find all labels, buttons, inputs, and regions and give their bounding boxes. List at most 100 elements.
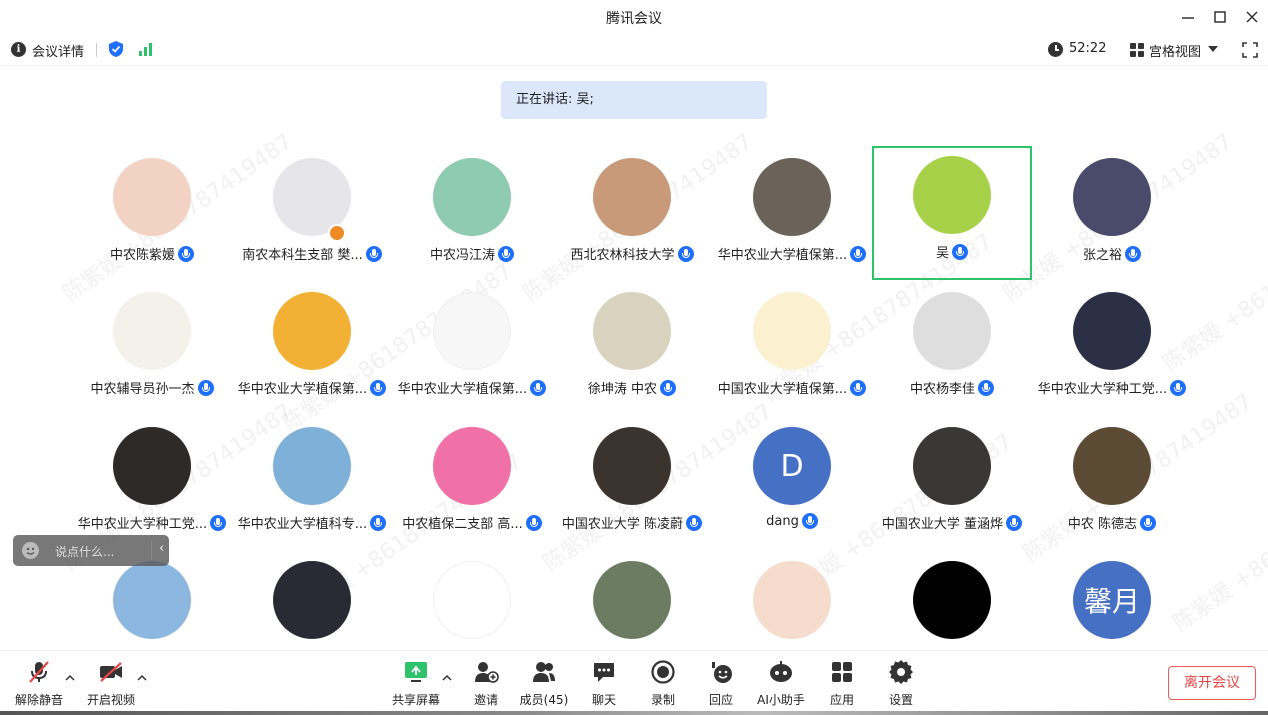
invite-label: 邀请 bbox=[473, 693, 498, 707]
chevron-up-icon[interactable] bbox=[65, 673, 75, 683]
participant-name: 华中农业大学植保第... bbox=[397, 382, 528, 397]
avatar[interactable] bbox=[433, 427, 511, 505]
avatar[interactable] bbox=[113, 158, 191, 236]
start-video-button[interactable]: 开启视频 bbox=[81, 657, 141, 711]
participant-tile[interactable]: 中国农业大学植保第... bbox=[712, 282, 872, 416]
fullscreen-icon[interactable] bbox=[1242, 42, 1258, 58]
avatar[interactable] bbox=[593, 561, 671, 639]
participant-tile[interactable]: 华中农业大学种工党... bbox=[1032, 282, 1192, 416]
participant-name-row: 华中农业大学植保第... bbox=[232, 378, 392, 397]
invite-button[interactable]: 邀请 bbox=[456, 657, 516, 711]
divider bbox=[96, 43, 97, 57]
shield-icon[interactable] bbox=[108, 40, 124, 58]
participant-tile[interactable]: 中农植保二支部 高... bbox=[392, 417, 552, 551]
participant-tile[interactable]: 中农冯江涛 bbox=[392, 148, 552, 282]
avatar[interactable] bbox=[433, 292, 511, 370]
meeting-details-link[interactable]: 会议详情 bbox=[32, 41, 84, 60]
share-screen-button[interactable]: 共享屏幕 bbox=[386, 657, 446, 711]
participant-name: dang bbox=[766, 513, 799, 529]
participant-name: 中农植保二支部 高... bbox=[402, 517, 523, 532]
clock-icon bbox=[1048, 42, 1063, 57]
participant-tile[interactable]: 华中农业大学植保第... bbox=[392, 282, 552, 416]
apps-button[interactable]: 应用 bbox=[812, 657, 872, 711]
avatar[interactable] bbox=[113, 292, 191, 370]
participant-tile[interactable]: 南农本科生支部 樊... bbox=[232, 148, 392, 282]
emoji-icon[interactable] bbox=[22, 542, 39, 559]
maximize-button[interactable] bbox=[1208, 6, 1232, 28]
participant-name: 张之裕 bbox=[1082, 248, 1122, 263]
start-video-label: 开启视频 bbox=[86, 693, 135, 707]
avatar[interactable] bbox=[913, 156, 991, 234]
minimize-button[interactable] bbox=[1176, 6, 1200, 28]
record-button[interactable]: 录制 bbox=[633, 657, 693, 711]
close-button[interactable] bbox=[1240, 6, 1264, 28]
mic-icon bbox=[178, 245, 194, 262]
avatar[interactable] bbox=[113, 427, 191, 505]
participant-tile[interactable]: 中农 陈德志 bbox=[1032, 417, 1192, 551]
avatar[interactable] bbox=[593, 158, 671, 236]
mic-icon bbox=[370, 379, 387, 396]
avatar[interactable] bbox=[273, 427, 351, 505]
reaction-button[interactable]: 回应 bbox=[691, 657, 751, 711]
participant-tile[interactable]: 华中农业大学植科专... bbox=[232, 417, 392, 551]
participant-tile[interactable]: 华中农业大学植保第... bbox=[232, 282, 392, 416]
bottom-toolbar: 解除静音 开启视频 共享屏幕 邀请 成员(45) 聊天 录制 回应 AI小助手 … bbox=[0, 650, 1268, 715]
share-screen-label: 共享屏幕 bbox=[391, 693, 440, 707]
settings-button[interactable]: 设置 bbox=[871, 657, 931, 711]
avatar[interactable] bbox=[913, 427, 991, 505]
avatar[interactable] bbox=[753, 158, 831, 236]
signal-strength-icon[interactable] bbox=[138, 41, 154, 57]
quick-chat-popup[interactable]: 说点什么... ‹ bbox=[13, 535, 169, 566]
avatar[interactable] bbox=[1073, 158, 1151, 236]
avatar[interactable]: D bbox=[753, 427, 831, 505]
avatar[interactable] bbox=[273, 561, 351, 639]
grid-view-icon[interactable] bbox=[1130, 43, 1144, 57]
avatar[interactable] bbox=[433, 561, 511, 639]
participant-tile[interactable]: 华中农业大学种工党... bbox=[72, 417, 232, 551]
avatar[interactable] bbox=[593, 427, 671, 505]
info-icon[interactable]: i bbox=[11, 42, 26, 57]
participant-tile[interactable]: 华中农业大学植保第... bbox=[712, 148, 872, 282]
members-button[interactable]: 成员(45) bbox=[514, 657, 574, 711]
participant-tile[interactable]: 中农陈紫媛 bbox=[72, 148, 232, 282]
chevron-up-icon[interactable] bbox=[137, 673, 147, 683]
participant-name: 中国农业大学 董涵烨 bbox=[881, 517, 1004, 532]
participant-name: 华中农业大学植保第... bbox=[717, 248, 848, 263]
participant-tile[interactable]: 徐坤涛 中农 bbox=[552, 282, 712, 416]
participant-tile[interactable]: 西北农林科技大学 bbox=[552, 148, 712, 282]
chevron-up-icon[interactable] bbox=[442, 673, 452, 683]
participant-tile[interactable]: 张之裕 bbox=[1032, 148, 1192, 282]
mic-icon bbox=[197, 379, 214, 396]
participant-tile[interactable]: 吴 bbox=[872, 146, 1032, 280]
avatar[interactable] bbox=[1073, 292, 1151, 370]
participant-tile[interactable]: 中农杨李佳 bbox=[872, 282, 1032, 416]
avatar[interactable]: 馨月 bbox=[1073, 561, 1151, 639]
window-title: 腾讯会议 bbox=[606, 11, 662, 27]
view-mode-dropdown[interactable]: 宫格视图 bbox=[1149, 41, 1201, 60]
avatar[interactable] bbox=[913, 292, 991, 370]
participant-tile[interactable]: Ddang bbox=[712, 417, 872, 551]
avatar-initial: 馨月 bbox=[1083, 585, 1140, 618]
avatar[interactable] bbox=[753, 292, 831, 370]
participant-name-row: 张之裕 bbox=[1032, 244, 1192, 263]
avatar[interactable] bbox=[753, 561, 831, 639]
avatar[interactable] bbox=[913, 561, 991, 639]
leave-meeting-button[interactable]: 离开会议 bbox=[1168, 666, 1256, 700]
participant-tile[interactable]: 中国农业大学 董涵烨 bbox=[872, 417, 1032, 551]
mic-icon bbox=[850, 245, 867, 262]
chevron-left-icon[interactable]: ‹ bbox=[159, 541, 164, 556]
chat-icon bbox=[594, 663, 614, 682]
chevron-down-icon[interactable] bbox=[1208, 46, 1218, 52]
ai-assistant-button[interactable]: AI小助手 bbox=[751, 657, 811, 711]
avatar[interactable] bbox=[1073, 427, 1151, 505]
chat-button[interactable]: 聊天 bbox=[574, 657, 634, 711]
participant-tile[interactable]: 中农辅导员孙一杰 bbox=[72, 282, 232, 416]
avatar[interactable] bbox=[273, 292, 351, 370]
unmute-button[interactable]: 解除静音 bbox=[9, 657, 69, 711]
participant-tile[interactable]: 中国农业大学 陈凌蔚 bbox=[552, 417, 712, 551]
avatar[interactable] bbox=[113, 561, 191, 639]
avatar[interactable] bbox=[593, 292, 671, 370]
chat-input[interactable]: 说点什么... bbox=[55, 543, 114, 560]
ai-assistant-icon bbox=[770, 661, 792, 682]
avatar[interactable] bbox=[433, 158, 511, 236]
